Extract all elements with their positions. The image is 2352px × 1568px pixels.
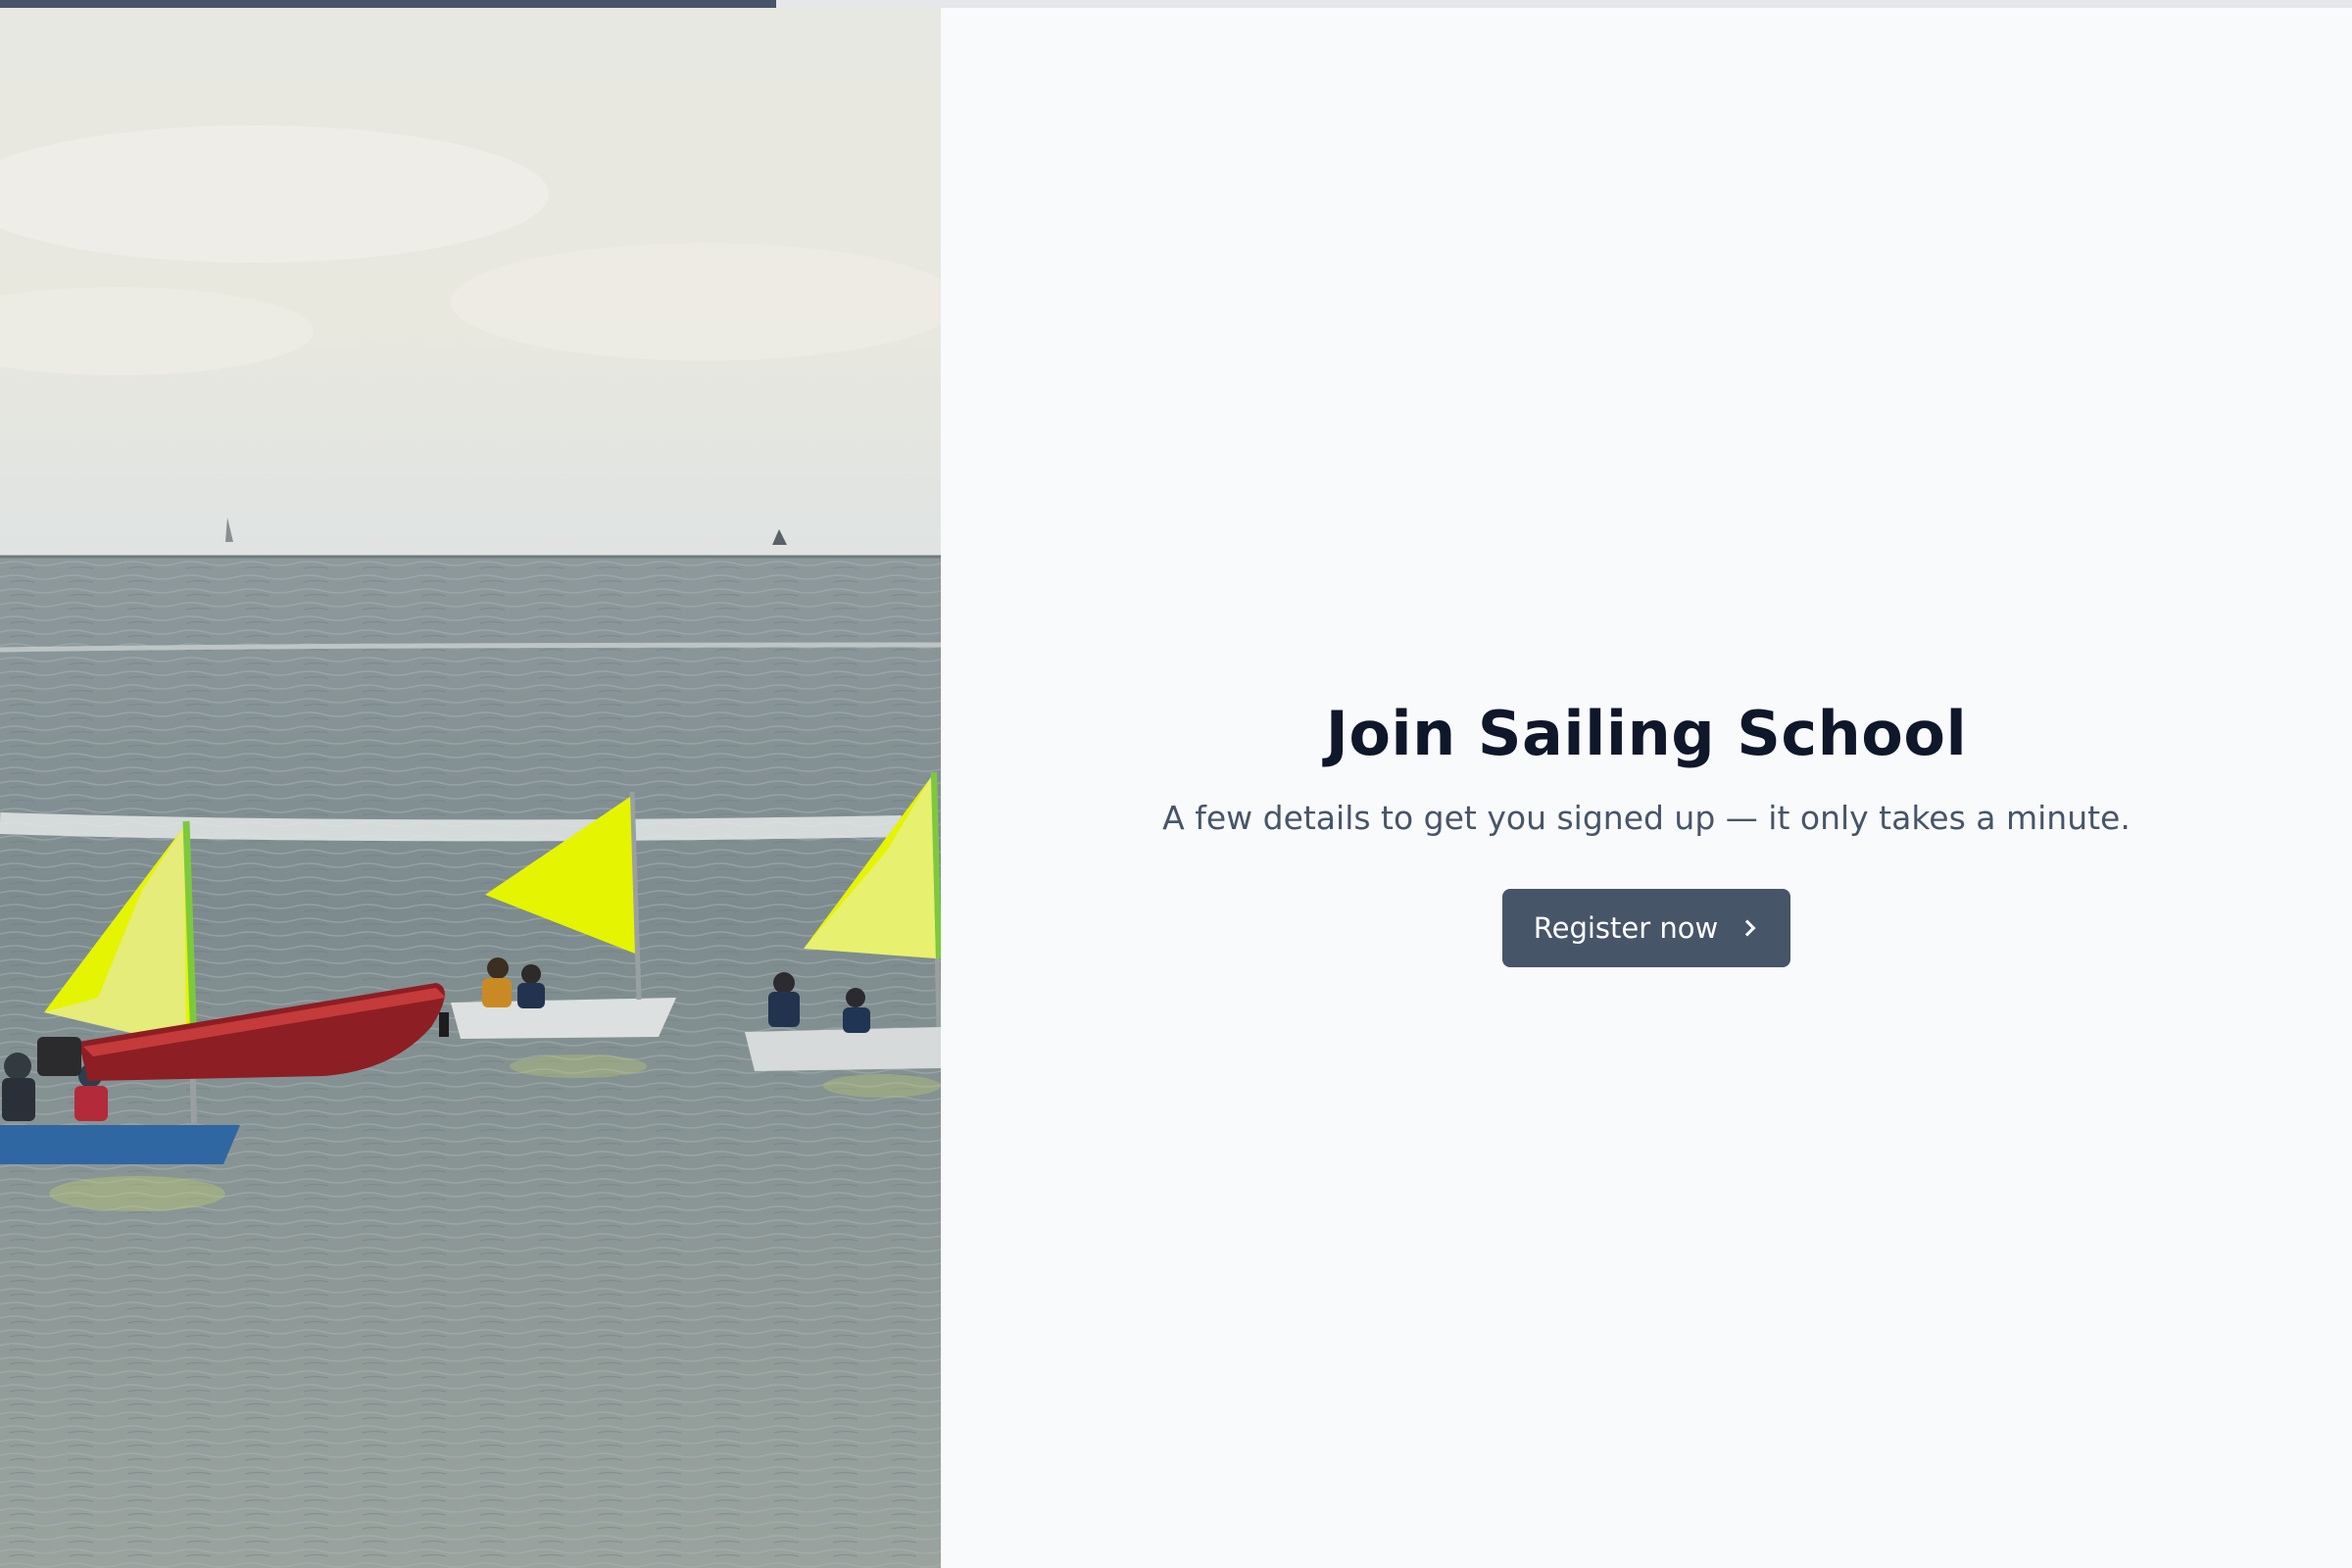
hero-image — [0, 8, 941, 1568]
page-subtitle: A few details to get you signed up — it … — [1162, 798, 2131, 837]
page-layout: Join Sailing School A few details to get… — [0, 8, 2352, 1568]
progress-bar-fill — [0, 0, 776, 8]
signup-panel: Join Sailing School A few details to get… — [941, 8, 2352, 1568]
page-title: Join Sailing School — [1325, 698, 1968, 770]
signup-content: Join Sailing School A few details to get… — [1162, 698, 2131, 967]
progress-bar — [0, 0, 2352, 8]
register-now-label: Register now — [1533, 910, 1719, 945]
register-now-button[interactable]: Register now — [1501, 888, 1791, 967]
chevron-right-icon — [1739, 919, 1756, 937]
